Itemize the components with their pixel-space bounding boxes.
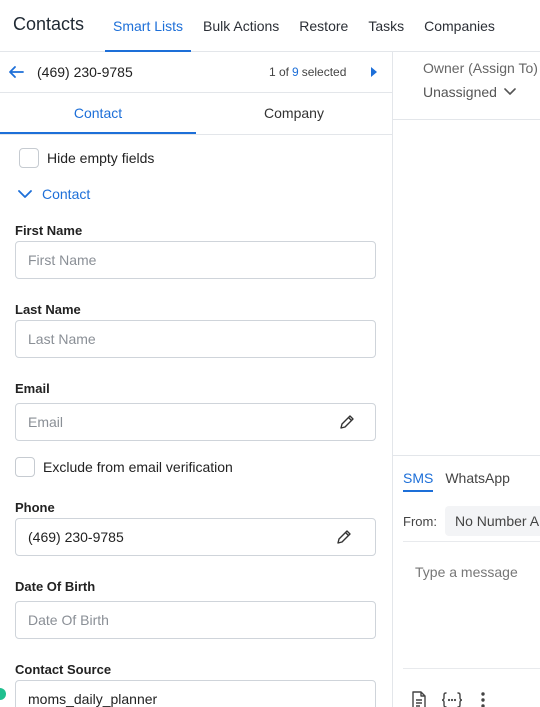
tab-company[interactable]: Company: [196, 93, 392, 134]
pencil-icon[interactable]: [336, 529, 352, 545]
hide-empty-label: Hide empty fields: [47, 150, 155, 166]
hide-empty-checkbox[interactable]: [19, 148, 39, 168]
from-number-select[interactable]: No Number A: [445, 506, 540, 536]
email-label: Email: [15, 381, 50, 396]
divider: [403, 541, 540, 542]
message-input[interactable]: [403, 556, 540, 666]
pager-prefix: 1 of: [269, 65, 290, 79]
phone-label: Phone: [15, 500, 55, 515]
right-panel: Owner (Assign To) Unassigned SMS WhatsAp…: [393, 52, 540, 707]
tab-sms[interactable]: SMS: [403, 470, 434, 492]
phone-field[interactable]: [15, 518, 376, 556]
more-vertical-icon: [481, 692, 485, 707]
pager-total[interactable]: 9: [292, 65, 299, 79]
tab-contact[interactable]: Contact: [0, 93, 196, 134]
detail-tabs: Contact Company: [0, 93, 392, 135]
next-arrow-icon[interactable]: [370, 67, 378, 77]
owner-select[interactable]: Unassigned: [423, 84, 516, 100]
composer-tabs: SMS WhatsApp: [403, 470, 522, 492]
contact-detail-panel: (469) 230-9785 1 of 9 selected Contact Com…: [0, 52, 393, 707]
first-name-field[interactable]: [15, 241, 376, 279]
dob-field[interactable]: [15, 601, 376, 639]
dob-label: Date Of Birth: [15, 579, 96, 594]
chevron-down-icon: [18, 189, 32, 198]
last-name-field[interactable]: [15, 320, 376, 358]
top-bar: Contacts Smart Lists Bulk Actions Restor…: [0, 0, 540, 52]
divider: [393, 119, 540, 120]
back-arrow-icon[interactable]: [7, 64, 25, 80]
owner-label: Owner (Assign To): [423, 60, 538, 76]
section-title: Contact: [42, 186, 91, 202]
record-navigation: (469) 230-9785 1 of 9 selected: [0, 52, 392, 93]
pager: 1 of 9 selected: [269, 65, 346, 79]
contact-source-field[interactable]: [15, 680, 376, 707]
first-name-label: First Name: [15, 223, 83, 238]
message-composer: SMS WhatsApp From: No Number A: [393, 455, 540, 707]
contact-source-label: Contact Source: [15, 662, 112, 677]
contact-section-toggle[interactable]: Contact: [18, 186, 90, 202]
pencil-icon[interactable]: [339, 414, 355, 430]
exclude-verification-checkbox[interactable]: [15, 457, 35, 477]
record-phone: (469) 230-9785: [37, 64, 133, 80]
custom-values-button[interactable]: [440, 690, 464, 707]
last-name-label: Last Name: [15, 302, 81, 317]
nav-tasks[interactable]: Tasks: [360, 0, 412, 52]
exclude-verification-label: Exclude from email verification: [43, 459, 233, 475]
more-options-button[interactable]: [473, 690, 493, 707]
nav-bulk-actions[interactable]: Bulk Actions: [195, 0, 287, 52]
tab-whatsapp[interactable]: WhatsApp: [445, 470, 510, 492]
divider: [403, 668, 540, 669]
email-field[interactable]: [15, 403, 376, 441]
pager-suffix: selected: [301, 65, 347, 79]
owner-value: Unassigned: [423, 84, 497, 100]
document-icon: [412, 691, 426, 707]
from-label: From:: [403, 514, 437, 529]
chevron-down-icon: [504, 88, 516, 95]
top-nav: Smart Lists Bulk Actions Restore Tasks C…: [105, 0, 507, 52]
nav-companies[interactable]: Companies: [416, 0, 503, 52]
custom-values-icon: [441, 692, 463, 707]
status-dot: [0, 688, 6, 700]
template-button[interactable]: [409, 690, 429, 707]
nav-restore[interactable]: Restore: [291, 0, 356, 52]
app-title: Contacts: [13, 14, 85, 34]
nav-smart-lists[interactable]: Smart Lists: [105, 0, 192, 52]
